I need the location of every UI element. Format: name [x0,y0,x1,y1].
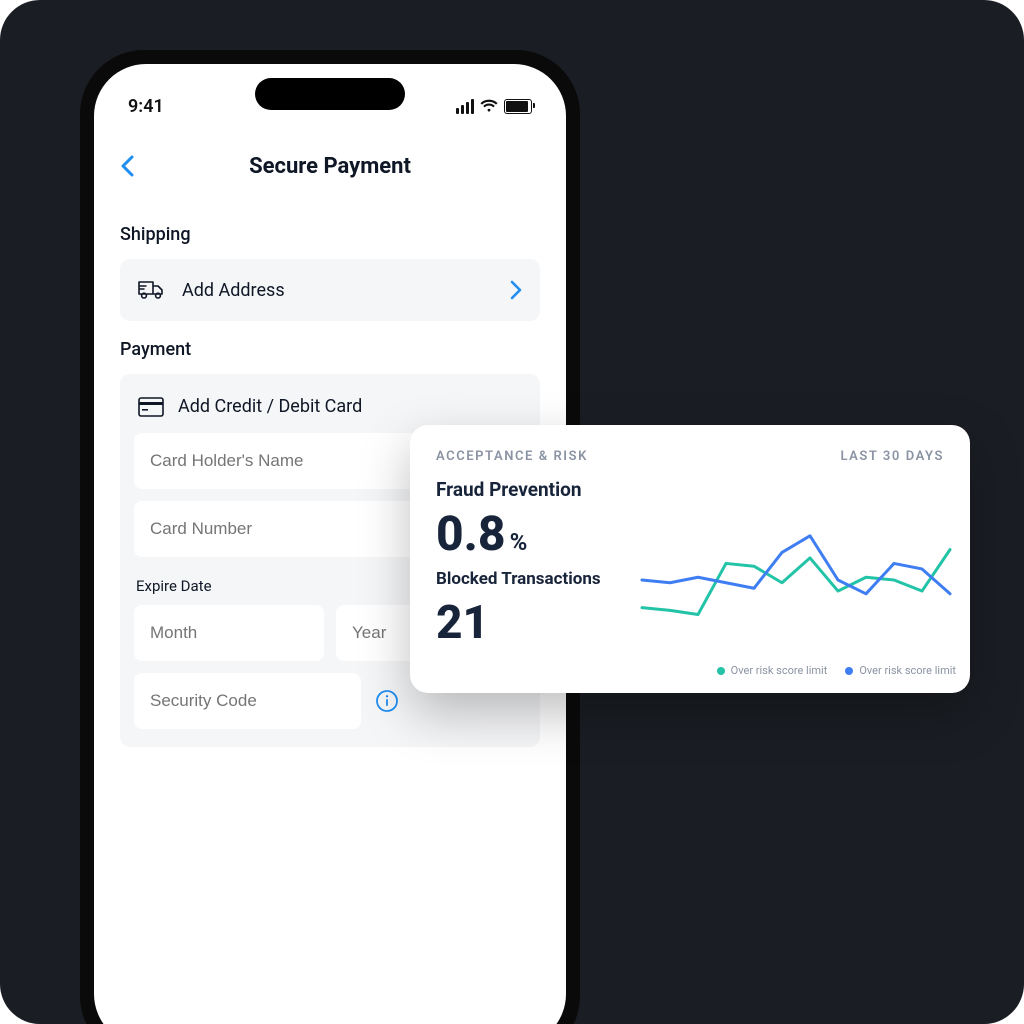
back-button[interactable] [120,155,134,177]
metric1-number: 0.8 [436,505,506,562]
add-address-row[interactable]: Add Address [120,259,540,321]
payment-section-label: Payment [120,339,540,360]
cellular-icon [456,99,474,114]
shipping-card: Add Address [120,259,540,321]
page-title: Secure Payment [249,154,411,179]
truck-icon [138,279,166,301]
blocked-transactions-value: 21 [436,596,616,650]
overlay-category: ACCEPTANCE & RISK [436,449,588,464]
expire-month-field[interactable] [134,605,324,661]
battery-icon [504,99,532,114]
info-icon[interactable] [375,689,399,713]
legend-dot-2 [845,667,853,675]
legend-dot-1 [717,667,725,675]
add-address-label: Add Address [182,280,494,301]
risk-chart: Over risk score limit Over risk score li… [636,505,956,675]
shipping-section-label: Shipping [120,224,540,245]
legend-item-2: Over risk score limit [845,664,956,677]
legend-item-1: Over risk score limit [717,664,828,677]
overlay-header: ACCEPTANCE & RISK LAST 30 DAYS [436,449,944,464]
overlay-title: Fraud Prevention [436,478,944,501]
chevron-right-icon [510,280,522,300]
stage: 9:41 Secure Payment Shipping [0,0,1024,1024]
credit-card-icon [138,397,164,417]
security-code-field[interactable] [134,673,361,729]
add-card-label: Add Credit / Debit Card [178,396,362,417]
status-indicators [456,97,532,115]
analytics-overlay-card: ACCEPTANCE & RISK LAST 30 DAYS Fraud Pre… [410,425,970,693]
status-time: 9:41 [128,96,164,117]
blocked-transactions-label: Blocked Transactions [436,568,616,592]
chart-legend: Over risk score limit Over risk score li… [636,664,956,677]
nav-bar: Secure Payment [94,136,566,196]
overlay-metrics: 0.8% Blocked Transactions 21 [436,505,616,675]
metric1-unit: % [510,528,528,556]
line-chart-svg [636,505,956,655]
wifi-icon [480,97,498,115]
notch [255,78,405,110]
fraud-rate-value: 0.8% [436,505,616,562]
overlay-period: LAST 30 DAYS [840,449,944,464]
